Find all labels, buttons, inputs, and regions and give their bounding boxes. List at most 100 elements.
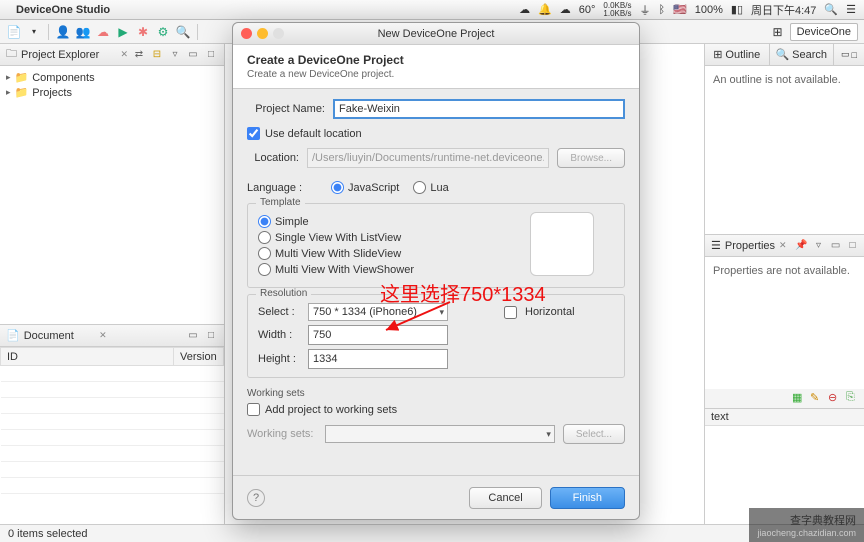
template-group-title: Template	[256, 197, 305, 208]
radio-lua[interactable]	[413, 181, 426, 194]
dialog-subheading: Create a new DeviceOne project.	[247, 69, 625, 80]
battery: 100%	[695, 4, 723, 16]
prop-col-text[interactable]: text	[705, 409, 864, 426]
status-text: 0 items selected	[8, 528, 87, 540]
finish-button[interactable]: Finish	[550, 487, 625, 509]
minimize-icon[interactable]: ▭	[841, 49, 850, 60]
add-icon[interactable]: ▦	[792, 391, 806, 405]
browse-button: Browse...	[557, 148, 625, 168]
workingsets-select	[325, 425, 555, 443]
cancel-button[interactable]: Cancel	[469, 487, 541, 509]
menu-icon2[interactable]: ▿	[168, 48, 182, 62]
cloud2-icon: ☁︎	[560, 3, 571, 16]
search-icon: 🔍	[775, 48, 789, 61]
resolution-select[interactable]: 750 * 1334 (iPhone6)	[308, 303, 448, 321]
properties-table[interactable]: text	[705, 409, 864, 525]
menu-icon[interactable]: ☰	[846, 3, 856, 16]
horizontal-checkbox[interactable]	[504, 306, 517, 319]
resolution-group: Resolution Select : 750 * 1334 (iPhone6)…	[247, 294, 625, 378]
close-tab-icon[interactable]: ✕	[99, 330, 107, 341]
user-icon[interactable]: 👤	[55, 24, 71, 40]
add-workingset-label: Add project to working sets	[265, 404, 397, 416]
minimize-icon[interactable]: ▭	[186, 329, 200, 343]
cloud-icon[interactable]: ☁︎	[95, 24, 111, 40]
doc-icon: 📄	[6, 329, 20, 342]
status-bar: 0 items selected	[0, 524, 864, 542]
help-button[interactable]: ?	[247, 489, 265, 507]
radio-javascript[interactable]	[331, 181, 344, 194]
watermark: 查字典教程网 jiaocheng.chazidian.com	[749, 508, 864, 542]
add-workingset-checkbox[interactable]	[247, 403, 260, 416]
close-tab-icon[interactable]: ✕	[779, 240, 787, 251]
perspective-icon[interactable]: ⊞	[770, 24, 786, 40]
document-title: Document	[24, 330, 95, 342]
document-pane: 📄 Document ✕ ▭ □ ID Version	[0, 324, 224, 524]
debug-icon[interactable]: ✱	[135, 24, 151, 40]
height-input[interactable]	[308, 349, 448, 369]
close-tab-icon[interactable]: ✕	[120, 49, 128, 60]
wifi-icon: ⏚	[639, 2, 650, 18]
edit-icon[interactable]: ✎	[810, 391, 824, 405]
radio-slideview[interactable]	[258, 247, 271, 260]
tree-item-components[interactable]: ▸ 📁 Components	[6, 70, 218, 85]
menubar: DeviceOne Studio ☁︎ 🔔 ☁︎ 60° 0.0KB/s 1.0…	[0, 0, 864, 20]
menu-icon[interactable]: ▿	[812, 239, 826, 253]
people-icon[interactable]: 👥	[75, 24, 91, 40]
radio-viewshower[interactable]	[258, 263, 271, 276]
search-icon2[interactable]: 🔍	[175, 24, 191, 40]
gear-icon[interactable]: ⚙	[155, 24, 171, 40]
explorer-icon: 🗀	[6, 45, 17, 64]
properties-pane: ☰ Properties ✕ 📌 ▿ ▭ □ Properties are no…	[705, 234, 864, 524]
maximize-icon[interactable]: □	[852, 50, 857, 60]
col-version[interactable]: Version	[174, 348, 224, 366]
document-header: 📄 Document ✕ ▭ □	[0, 325, 224, 347]
radio-simple[interactable]	[258, 215, 271, 228]
close-button[interactable]	[241, 28, 252, 39]
search-icon[interactable]: 🔍	[824, 3, 838, 16]
link-icon[interactable]: ⇄	[132, 48, 146, 62]
prop-icon: ☰	[711, 239, 721, 252]
deviceone-perspective[interactable]: DeviceOne	[790, 23, 858, 41]
resolution-group-title: Resolution	[256, 288, 311, 299]
battery-icon: ▮▯	[731, 3, 743, 16]
width-input[interactable]	[308, 325, 448, 345]
radio-listview[interactable]	[258, 231, 271, 244]
use-default-checkbox[interactable]	[247, 127, 260, 140]
document-table[interactable]: ID Version	[0, 347, 224, 524]
template-group: Template Simple Single View With ListVie…	[247, 203, 625, 288]
folder-icon: 📁	[15, 71, 29, 84]
tab-search[interactable]: 🔍 Search	[770, 44, 835, 65]
maximize-icon[interactable]: □	[204, 48, 218, 62]
bt-icon: ᛒ	[658, 4, 665, 16]
tree-label: Projects	[32, 87, 72, 99]
clock: 周日下午4:47	[751, 2, 816, 18]
maximize-icon[interactable]: □	[846, 239, 860, 253]
dialog-titlebar[interactable]: New DeviceOne Project	[233, 23, 639, 45]
dropdown-icon[interactable]: ▾	[26, 24, 42, 40]
col-id[interactable]: ID	[1, 348, 174, 366]
horizontal-label: Horizontal	[525, 306, 575, 318]
copy-icon[interactable]: ⎘	[846, 391, 860, 405]
minimize-button[interactable]	[257, 28, 268, 39]
tab-outline[interactable]: ⊞ Outline	[705, 44, 770, 65]
location-input	[307, 148, 549, 168]
focus-icon[interactable]: ⊟	[150, 48, 164, 62]
dialog-header: Create a DeviceOne Project Create a new …	[233, 45, 639, 89]
expand-icon[interactable]: ▸	[6, 72, 11, 83]
project-name-input[interactable]	[333, 99, 625, 119]
width-label: Width :	[258, 329, 300, 341]
expand-icon[interactable]: ▸	[6, 87, 11, 98]
run-icon[interactable]: ▶	[115, 24, 131, 40]
explorer-title: Project Explorer	[21, 49, 116, 61]
minimize-icon[interactable]: ▭	[186, 48, 200, 62]
tree-item-projects[interactable]: ▸ 📁 Projects	[6, 85, 218, 100]
delete-icon[interactable]: ⊖	[828, 391, 842, 405]
project-tree[interactable]: ▸ 📁 Components ▸ 📁 Projects	[0, 66, 224, 324]
folder-icon: 📁	[15, 86, 29, 99]
right-column: ⊞ Outline 🔍 Search ▭ □ An outline is not…	[704, 44, 864, 524]
maximize-icon[interactable]: □	[204, 329, 218, 343]
minimize-icon[interactable]: ▭	[829, 239, 843, 253]
pin-icon[interactable]: 📌	[795, 239, 809, 253]
new-icon[interactable]: 📄	[6, 24, 22, 40]
bell-icon: 🔔	[538, 3, 552, 16]
